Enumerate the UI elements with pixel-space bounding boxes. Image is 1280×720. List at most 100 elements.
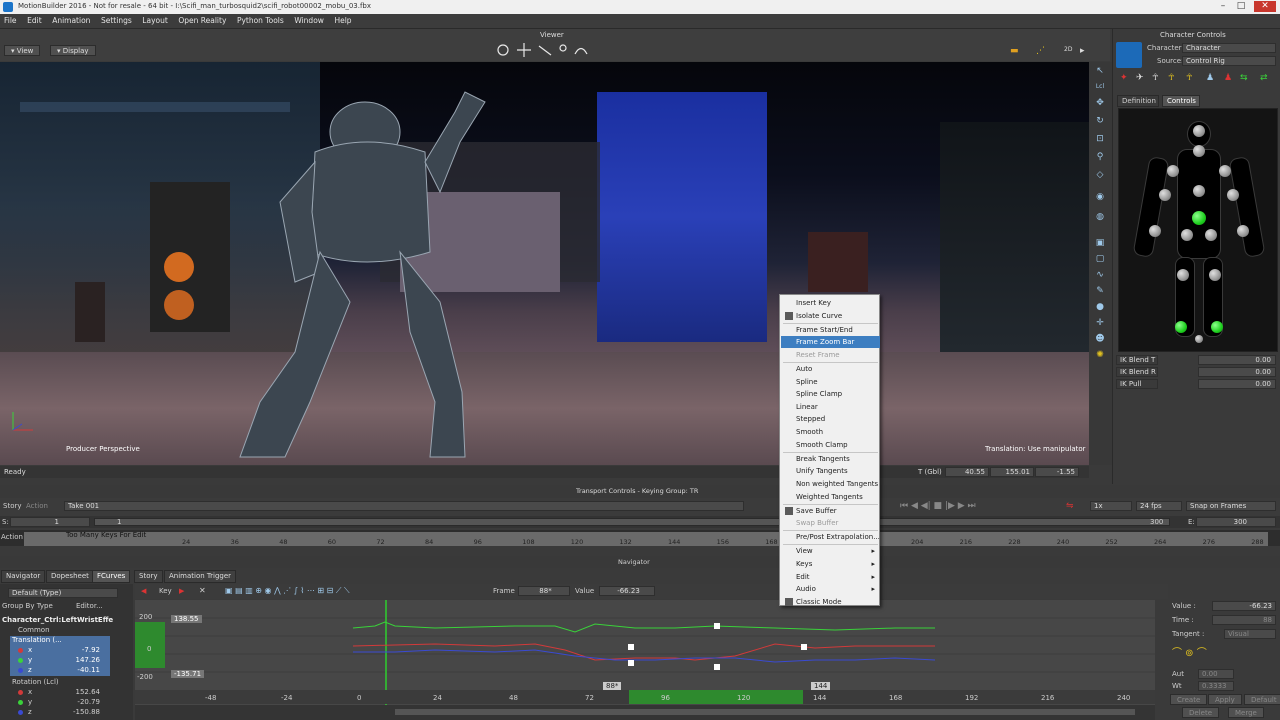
trajectory-icon[interactable]: ⋰ bbox=[1036, 46, 1045, 56]
apply-button[interactable]: Apply bbox=[1208, 694, 1242, 705]
3d-viewport[interactable]: Producer Perspective Translation: Use ma… bbox=[0, 62, 1089, 465]
move-tool-icon[interactable]: ✥ bbox=[1094, 98, 1106, 108]
character-icon[interactable] bbox=[1116, 42, 1142, 68]
menu-item-smooth[interactable]: Smooth bbox=[781, 426, 880, 438]
take-select[interactable]: Take 001 bbox=[64, 501, 744, 511]
key-point[interactable] bbox=[628, 660, 634, 666]
ik-blend-r-field[interactable]: 0.00 bbox=[1198, 367, 1276, 377]
rz-value[interactable]: -150.88 bbox=[70, 708, 100, 716]
menu-item-pre-post-extrapolation[interactable]: Pre/Post Extrapolation... bbox=[781, 531, 880, 543]
hips-effector[interactable] bbox=[1192, 211, 1206, 225]
left-elbow-effector[interactable] bbox=[1159, 189, 1171, 201]
menu-item-spline-clamp[interactable]: Spline Clamp bbox=[781, 388, 880, 400]
character-select[interactable]: Character bbox=[1182, 43, 1276, 53]
floor-effector[interactable] bbox=[1195, 335, 1203, 343]
curve-tool-icon[interactable]: ∿ bbox=[1094, 270, 1106, 280]
menu-edit[interactable]: Edit bbox=[23, 14, 46, 27]
tab-definition[interactable]: Definition bbox=[1117, 95, 1159, 107]
t-x-field[interactable]: 40.55 bbox=[945, 467, 989, 477]
fc-aut-field[interactable]: 0.00 bbox=[1198, 669, 1234, 679]
rotate-tool-icon[interactable]: ↻ bbox=[1094, 116, 1106, 126]
pivot-tool-icon[interactable]: ⚲ bbox=[1094, 152, 1106, 162]
head-effector[interactable] bbox=[1193, 125, 1205, 137]
character-skeleton-view[interactable] bbox=[1118, 108, 1278, 352]
maximize-button[interactable]: □ bbox=[1234, 1, 1248, 12]
group-by-select[interactable]: Group By Type bbox=[2, 602, 53, 610]
y-max-tag[interactable]: 138.55 bbox=[171, 615, 202, 623]
key-point[interactable] bbox=[714, 664, 720, 670]
body-part-icon[interactable]: ☥ bbox=[1168, 73, 1175, 83]
pen-tool-icon[interactable]: ✎ bbox=[1094, 286, 1106, 296]
tab-controls[interactable]: Controls bbox=[1162, 95, 1200, 107]
checkbox-icon[interactable] bbox=[785, 506, 793, 515]
menu-item-isolate-curve[interactable]: Isolate Curve bbox=[781, 310, 880, 322]
delete-button[interactable]: Delete bbox=[1182, 707, 1219, 718]
tab-dopesheet[interactable]: Dopesheet bbox=[46, 570, 94, 583]
start-field[interactable]: 1 bbox=[10, 517, 90, 527]
curve-x[interactable] bbox=[352, 643, 935, 661]
key-prev-icon[interactable]: ◀ bbox=[141, 587, 146, 595]
menu-item-non-weighted-tangents[interactable]: Non weighted Tangents bbox=[781, 478, 880, 490]
tab-story[interactable]: Story bbox=[134, 570, 163, 583]
body-icon[interactable]: ☥ bbox=[1152, 73, 1159, 83]
globe-tool-icon[interactable]: ◍ bbox=[1094, 212, 1106, 222]
action-toggle[interactable]: Action bbox=[26, 502, 48, 510]
merge-button[interactable]: Merge bbox=[1228, 707, 1264, 718]
menu-open-reality[interactable]: Open Reality bbox=[174, 14, 230, 27]
menu-item-view[interactable]: View ▸ bbox=[781, 545, 880, 557]
right-shoulder-effector[interactable] bbox=[1219, 165, 1231, 177]
menu-animation[interactable]: Animation bbox=[48, 14, 94, 27]
key-point[interactable] bbox=[628, 644, 634, 650]
rx-value[interactable]: 152.64 bbox=[70, 688, 101, 696]
checkbox-icon[interactable] bbox=[785, 311, 793, 320]
curve-y[interactable] bbox=[352, 621, 935, 633]
snap-select[interactable]: Snap on Frames bbox=[1186, 501, 1276, 511]
t-y-field[interactable]: 155.01 bbox=[990, 467, 1034, 477]
menu-file[interactable]: File bbox=[0, 14, 21, 27]
display-mode-icon[interactable]: ▬ bbox=[1010, 46, 1019, 56]
default-button[interactable]: Default bbox=[1244, 694, 1280, 705]
keyframe-tool-icon[interactable]: ◇ bbox=[1094, 170, 1106, 180]
left-ankle-effector[interactable] bbox=[1175, 321, 1187, 333]
viewer-display-icons[interactable]: ▬ ⋰ 2D ▸ bbox=[1010, 46, 1090, 56]
minimize-button[interactable]: – bbox=[1216, 1, 1230, 12]
menu-python-tools[interactable]: Python Tools bbox=[233, 14, 288, 27]
ry-value[interactable]: -20.79 bbox=[70, 698, 100, 706]
menu-item-edit[interactable]: Edit ▸ bbox=[781, 571, 880, 583]
y-min-tag[interactable]: -135.71 bbox=[171, 670, 205, 678]
chest-effector[interactable] bbox=[1193, 185, 1205, 197]
loop-icon[interactable]: ⇋ bbox=[1066, 501, 1074, 511]
robot-character[interactable] bbox=[200, 72, 520, 462]
scale-tool-icon[interactable]: ⊡ bbox=[1094, 134, 1106, 144]
view-2d-icon[interactable]: 2D bbox=[1064, 46, 1072, 53]
left-wrist-effector[interactable] bbox=[1149, 225, 1161, 237]
mirror-icon[interactable]: ⇄ bbox=[1260, 73, 1268, 83]
cube-tool-icon[interactable]: ▣ bbox=[1094, 238, 1106, 248]
right-hip-effector[interactable] bbox=[1205, 229, 1217, 241]
right-wrist-effector[interactable] bbox=[1237, 225, 1249, 237]
source-select[interactable]: Control Rig bbox=[1182, 56, 1276, 66]
ty-value[interactable]: 147.26 bbox=[70, 656, 101, 664]
fcurve-hscroll-thumb[interactable] bbox=[395, 709, 1135, 715]
fcurve-time-ruler[interactable]: 88* 144 -48 -24 0 24 48 72 96 120 144 168 192 216 24… bbox=[135, 682, 1155, 704]
menu-item-smooth-clamp[interactable]: Smooth Clamp bbox=[781, 439, 880, 451]
zoom-bar[interactable]: 1 300 bbox=[94, 518, 1170, 526]
action-ruler[interactable]: 2436486072849610812013214415616818019220… bbox=[24, 532, 1268, 546]
character-toolbar[interactable]: ✦ ✈ ☥ ☥ ☥ ♟ ♟ ⇆ ⇄ bbox=[1116, 73, 1278, 89]
fcurve-hscroll[interactable] bbox=[135, 705, 1155, 720]
t-z-field[interactable]: -1.55 bbox=[1035, 467, 1079, 477]
tx-value[interactable]: -7.92 bbox=[70, 646, 100, 654]
menu-item-stepped[interactable]: Stepped bbox=[781, 413, 880, 425]
fc-value-field[interactable]: -66.23 bbox=[1212, 601, 1276, 611]
delete-key-icon[interactable]: ✕ bbox=[199, 586, 206, 595]
menu-item-keys[interactable]: Keys ▸ bbox=[781, 558, 880, 570]
end-field[interactable]: 300 bbox=[1196, 517, 1276, 527]
menu-item-insert-key[interactable]: Insert Key bbox=[781, 297, 880, 309]
view-button[interactable]: ▾ View bbox=[4, 45, 41, 56]
range-end-tag[interactable]: 144 bbox=[811, 682, 831, 690]
menu-item-save-buffer[interactable]: Save Buffer bbox=[781, 505, 880, 517]
select-tool-icon[interactable]: ↖ bbox=[1094, 66, 1106, 76]
left-hip-effector[interactable] bbox=[1181, 229, 1193, 241]
value-field[interactable]: -66.23 bbox=[599, 586, 655, 596]
close-button[interactable]: ✕ bbox=[1254, 1, 1276, 12]
